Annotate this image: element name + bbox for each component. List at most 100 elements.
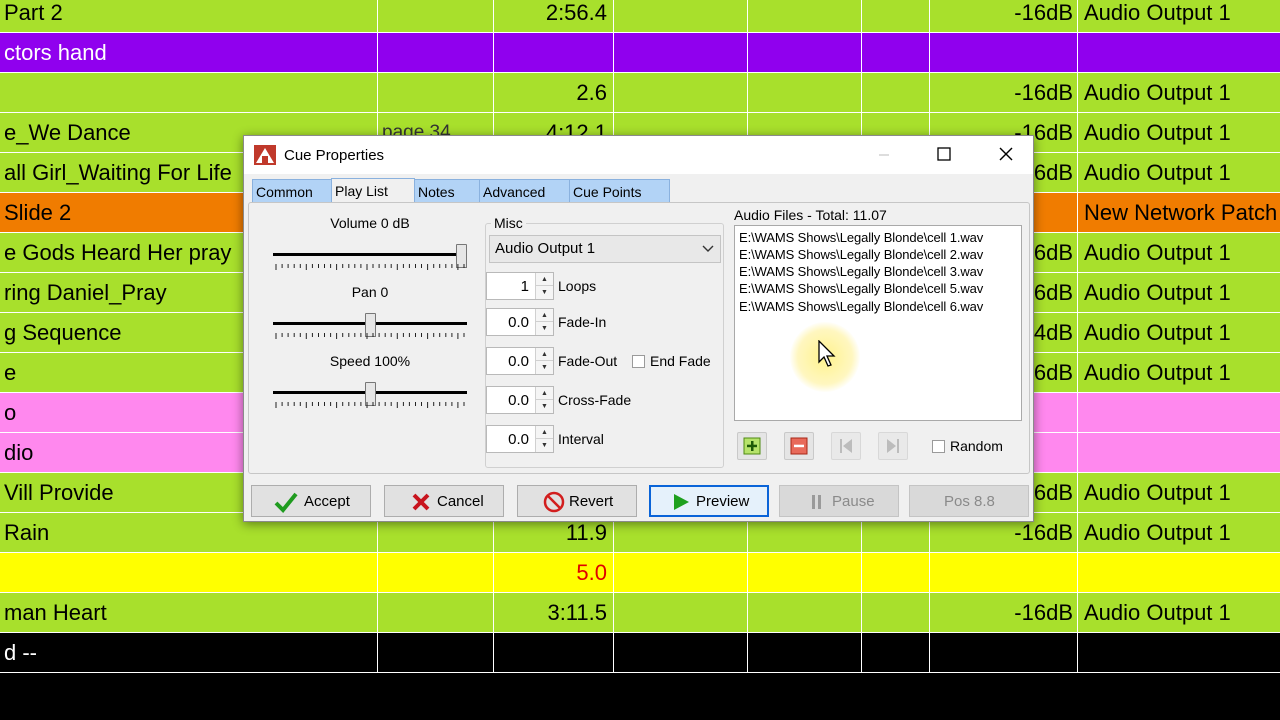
interval-value: 0.0 [508,431,529,448]
list-item[interactable]: E:\WAMS Shows\Legally Blonde\cell 5.wav [739,281,983,296]
crossfade-up-icon[interactable]: ▲ [536,387,553,400]
list-item[interactable]: E:\WAMS Shows\Legally Blonde\cell 6.wav [739,299,983,314]
table-cell: Audio Output 1 [1078,313,1280,353]
random-checkbox[interactable] [932,440,945,453]
table-cell [748,0,862,33]
minimize-button[interactable] [861,136,907,174]
table-cell: Audio Output 1 [1078,73,1280,113]
fadeout-label: Fade-Out [558,353,618,369]
table-cell [862,553,930,593]
table-cell [378,593,494,633]
table-row[interactable]: Part 2 2:56.4 -16dB Audio Output 1 [0,0,1280,33]
table-cell [930,33,1078,73]
table-cell [614,553,748,593]
preview-button[interactable]: Preview [649,485,769,517]
table-row[interactable]: ctors hand [0,33,1280,73]
output-select[interactable]: Audio Output 1 [489,235,721,263]
fadein-value: 0.0 [508,314,529,331]
volume-slider[interactable] [273,244,467,274]
end-fade-label: End Fade [650,353,711,369]
table-cell [862,593,930,633]
tab-common[interactable]: Common [252,179,332,203]
table-cell: Audio Output 1 [1078,353,1280,393]
cue-properties-dialog: Cue Properties Common Play List Notes Ad… [243,135,1034,522]
tab-cue-points[interactable]: Cue Points [569,179,670,203]
speed-slider[interactable] [273,382,467,412]
interval-down-icon[interactable]: ▼ [536,439,553,452]
loops-stepper[interactable]: 1 ▲ ▼ [486,272,554,300]
fadeout-down-icon[interactable]: ▼ [536,361,553,374]
table-cell [748,633,862,673]
crossfade-stepper[interactable]: 0.0 ▲ ▼ [486,386,554,414]
output-select-value: Audio Output 1 [495,240,596,257]
end-fade-checkbox[interactable] [632,355,645,368]
misc-title: Misc [491,215,526,231]
table-row[interactable]: d -- [0,633,1280,673]
remove-file-button[interactable] [784,432,814,460]
close-button[interactable] [983,136,1029,174]
fadeout-up-icon[interactable]: ▲ [536,348,553,361]
loops-label: Loops [558,278,597,294]
title-bar[interactable]: Cue Properties [244,136,1033,174]
revert-button[interactable]: Revert [517,485,637,517]
tab-advanced[interactable]: Advanced [479,179,570,203]
table-cell [378,553,494,593]
accept-button[interactable]: Accept [251,485,371,517]
fadein-down-icon[interactable]: ▼ [536,322,553,335]
table-cell: Audio Output 1 [1078,0,1280,33]
mouse-cursor-icon [818,340,836,367]
chevron-down-icon [702,245,714,252]
interval-up-icon[interactable]: ▲ [536,426,553,439]
table-cell [862,0,930,33]
tab-play-list[interactable]: Play List [331,178,415,204]
list-item[interactable]: E:\WAMS Shows\Legally Blonde\cell 1.wav [739,230,983,245]
loops-down-icon[interactable]: ▼ [536,286,553,299]
table-cell [930,553,1078,593]
table-row[interactable]: man Heart 3:11.5 -16dB Audio Output 1 [0,593,1280,633]
fadein-label: Fade-In [558,314,607,330]
previous-file-button[interactable] [831,432,861,460]
crossfade-down-icon[interactable]: ▼ [536,400,553,413]
pause-label: Pause [832,493,875,510]
table-cell [1078,633,1280,673]
loops-up-icon[interactable]: ▲ [536,273,553,286]
table-cell [378,33,494,73]
add-file-button[interactable] [737,432,767,460]
table-cell [378,73,494,113]
table-row[interactable]: 2.6 -16dB Audio Output 1 [0,73,1280,113]
cancel-button[interactable]: Cancel [384,485,504,517]
fadeout-stepper[interactable]: 0.0 ▲ ▼ [486,347,554,375]
random-label: Random [950,438,1003,454]
table-row[interactable]: 5.0 [0,553,1280,593]
table-cell [862,633,930,673]
table-cell [1078,553,1280,593]
position-button[interactable]: Pos 8.8 [909,485,1029,517]
table-cell: 2.6 [494,73,614,113]
next-file-button[interactable] [878,432,908,460]
x-icon [412,493,430,511]
fadein-stepper[interactable]: 0.0 ▲ ▼ [486,308,554,336]
preview-label: Preview [696,493,750,510]
list-item[interactable]: E:\WAMS Shows\Legally Blonde\cell 2.wav [739,247,983,262]
table-cell: 3:11.5 [494,593,614,633]
pause-button[interactable]: Pause [779,485,899,517]
tab-notes[interactable]: Notes [414,179,480,203]
pan-label: Pan 0 [351,284,389,300]
table-cell: -16dB [930,0,1078,33]
list-item[interactable]: E:\WAMS Shows\Legally Blonde\cell 3.wav [739,264,983,279]
table-cell: Audio Output 1 [1078,473,1280,513]
maximize-button[interactable] [921,136,967,174]
skip-back-icon [840,439,852,453]
pan-slider[interactable] [273,313,467,343]
check-icon [274,492,298,513]
fadein-up-icon[interactable]: ▲ [536,309,553,322]
table-cell [494,633,614,673]
table-cell [378,0,494,33]
table-cell [0,553,378,593]
crossfade-value: 0.0 [508,392,529,409]
audio-files-list[interactable]: E:\WAMS Shows\Legally Blonde\cell 1.wav … [734,225,1022,421]
crossfade-label: Cross-Fade [558,392,632,408]
interval-stepper[interactable]: 0.0 ▲ ▼ [486,425,554,453]
table-cell: Audio Output 1 [1078,513,1280,553]
play-list-panel: Volume 0 dB Pan 0 Speed 100% Misc Audio … [248,202,1030,474]
